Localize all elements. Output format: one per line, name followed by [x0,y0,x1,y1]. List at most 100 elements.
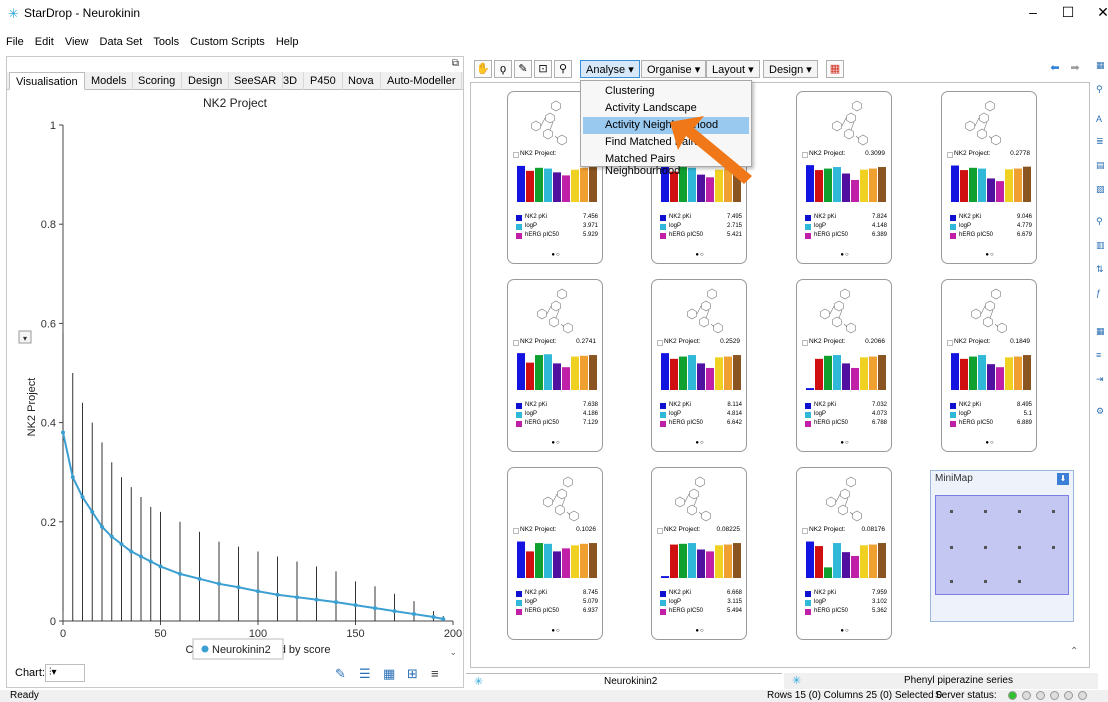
menu-item-clustering[interactable]: Clustering [583,83,749,100]
close-button[interactable]: ✕ [1088,4,1108,24]
card-page-dots[interactable]: ●○ [797,628,891,634]
scroll-up-icon[interactable]: ⌃ [1070,646,1078,657]
grid-view-icon[interactable]: ▦ [1096,60,1106,71]
card-page-dots[interactable]: ●○ [797,252,891,258]
tab-3d[interactable]: 3D [277,72,305,90]
property-name: NK2 pKi [814,214,837,220]
chart-panel-icon[interactable]: ▨ [1096,184,1106,195]
card-page-dots[interactable]: ●○ [652,628,746,634]
card-checkbox[interactable] [947,340,953,346]
compound-card[interactable]: NK2 Project: 0.2778 NK2 pKi 9.046 logP 4.779 h… [941,91,1037,264]
property-row: NK2 pKi 8.114 [660,402,742,411]
compound-card[interactable]: NK2 Project: 0.1849 NK2 pKi 8.495 logP 5.1 hER… [941,279,1037,452]
property-value: 6.889 [1016,420,1032,426]
property-swatch [516,215,522,221]
menu-file[interactable]: File [6,36,24,48]
minimap-dock-icon[interactable]: ⬇ [1057,473,1069,485]
menu-view[interactable]: View [65,36,89,48]
menu-custom-scripts[interactable]: Custom Scripts [190,36,265,48]
card-page-dots[interactable]: ●○ [508,440,602,446]
tab-visualisation[interactable]: Visualisation [9,72,85,90]
minimize-button[interactable]: – [1018,4,1048,24]
card-page-dots[interactable]: ●○ [508,252,602,258]
card-checkbox[interactable] [657,528,663,534]
tab-p450[interactable]: P450 [304,72,343,90]
card-checkbox[interactable] [513,528,519,534]
chart-type-select[interactable]: ⫶▾ [45,664,85,682]
property-name: NK2 pKi [669,590,692,596]
chart-type-icon: ⫶▾ [49,667,57,678]
float-pane-icon[interactable]: ⧉ [452,58,459,69]
color-grid-icon[interactable]: ▦ [826,60,844,78]
edit-chart-icon[interactable]: ✎ [335,666,346,682]
layout-menu-button[interactable]: Layout ▾ [706,60,760,78]
function-icon[interactable]: ƒ [1096,288,1106,299]
tab-phenyl-piperazine[interactable]: ✳ Phenyl piperazine series [784,673,1098,689]
lasso-icon[interactable]: ϙ [494,60,512,78]
zoom-icon[interactable]: ⚲ [1096,216,1106,227]
analyse-menu-button[interactable]: Analyse ▾ [580,60,640,78]
property-row: NK2 pKi 7.495 [660,214,742,223]
filter-icon[interactable]: ▤ [1096,160,1106,171]
organise-menu-button[interactable]: Organise ▾ [641,60,707,78]
tab-scoring[interactable]: Scoring [132,72,183,90]
card-checkbox[interactable] [802,340,808,346]
compound-card[interactable]: NK2 Project: 0.2741 NK2 pKi 7.638 logP 4.186 h… [507,279,603,452]
tab-design[interactable]: Design [182,72,230,90]
scroll-down-icon[interactable]: ⌄ [449,647,457,658]
select-region-icon[interactable]: ⊡ [534,60,552,78]
list-check-icon[interactable]: ☰ [359,666,371,682]
compound-card[interactable]: NK2 Project: 0.2529 NK2 pKi 8.114 logP 4.814 h… [651,279,747,452]
card-checkbox[interactable] [802,152,808,158]
minimap-panel[interactable]: MiniMap ⬇ [930,470,1074,622]
server-status-light-green [1008,691,1017,700]
text-icon[interactable]: A [1096,114,1106,125]
table-icon[interactable]: ≣ [1096,136,1106,147]
menu-icon[interactable]: ≡ [431,666,439,681]
minimap-viewport[interactable] [935,495,1069,595]
search-panel-icon[interactable]: ⚲ [1096,84,1106,95]
card-page-dots[interactable]: ●○ [652,440,746,446]
score-chart[interactable]: NK2 Project00.20.40.60.81050100150200Com… [7,91,463,661]
card-checkbox[interactable] [513,152,519,158]
compound-card[interactable]: NK2 Project: 0.08176 NK2 pKi 7.959 logP 3.102… [796,467,892,640]
tab-nova[interactable]: Nova [342,72,381,90]
card-page-dots[interactable]: ●○ [942,252,1036,258]
menu-tools[interactable]: Tools [153,36,179,48]
export-icon[interactable]: ⇥ [1096,374,1106,385]
settings-icon[interactable]: ⚙ [1096,406,1106,417]
card-checkbox[interactable] [657,340,663,346]
card-checkbox[interactable] [513,340,519,346]
menu-help[interactable]: Help [276,36,299,48]
compound-card[interactable]: NK2 Project: 0.08225 NK2 pKi 6.668 logP 3.115… [651,467,747,640]
menu-edit[interactable]: Edit [35,36,54,48]
card-checkbox[interactable] [947,152,953,158]
heatmap-icon[interactable]: ▦ [383,666,395,682]
back-arrow-icon[interactable]: ⬅ [1046,61,1064,77]
card-checkbox[interactable] [802,528,808,534]
maximize-button[interactable]: ☐ [1053,4,1083,24]
tab-models[interactable]: Models [85,72,134,90]
card-page-dots[interactable]: ●○ [652,252,746,258]
design-menu-button[interactable]: Design ▾ [763,60,818,78]
card-page-dots[interactable]: ●○ [942,440,1036,446]
property-bar [526,551,534,578]
search-icon[interactable]: ⚲ [554,60,572,78]
card-page-dots[interactable]: ●○ [797,440,891,446]
tab-neurokinin2[interactable]: ✳ Neurokinin2 [466,673,782,689]
columns-icon[interactable]: ▥ [1096,240,1106,251]
pan-hand-icon[interactable]: ✋ [474,60,492,78]
sort-icon[interactable]: ⇅ [1096,264,1106,275]
compound-card[interactable]: NK2 Project: 0.2066 NK2 pKi 7.032 logP 4.073 h… [796,279,892,452]
compound-card[interactable]: NK2 Project: 0.3099 NK2 pKi 7.824 logP 4.148 h… [796,91,892,264]
list-icon[interactable]: ≡ [1096,350,1106,361]
add-chart-icon[interactable]: ⊞ [407,666,418,682]
compound-card[interactable]: NK2 Project: 0.1026 NK2 pKi 8.745 logP 5.079 h… [507,467,603,640]
tab-seesar[interactable]: SeeSAR [228,72,284,90]
forward-arrow-icon[interactable]: ➡ [1066,61,1084,77]
menu-data-set[interactable]: Data Set [100,36,143,48]
tab-auto-modeller[interactable]: Auto-Modeller [381,72,463,90]
pencil-icon[interactable]: ✎ [514,60,532,78]
card-page-dots[interactable]: ●○ [508,628,602,634]
layout-grid-icon[interactable]: ▦ [1096,326,1106,337]
